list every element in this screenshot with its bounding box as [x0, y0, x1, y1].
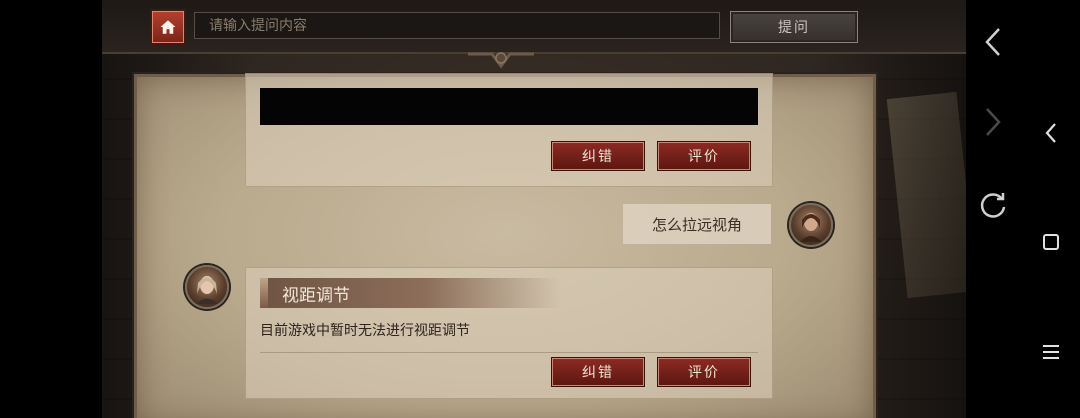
back-icon[interactable]: [1044, 122, 1058, 144]
user-avatar: [789, 203, 833, 247]
avatar-portrait-icon: [800, 213, 822, 242]
avatar-portrait-icon: [196, 276, 218, 304]
ask-button[interactable]: 提问: [730, 11, 858, 43]
answer-card: 视距调节 目前游戏中暂时无法进行视距调节 纠错 评价: [245, 267, 773, 399]
game-window: 提问 纠错 评价 怎么拉远视角 视距调节: [102, 0, 966, 418]
answer-text: 目前游戏中暂时无法进行视距调节: [260, 323, 470, 339]
correct-button[interactable]: 纠错: [552, 358, 644, 386]
chevron-right-icon[interactable]: [982, 106, 1004, 138]
assistant-avatar: [185, 265, 229, 309]
refresh-icon[interactable]: [978, 190, 1008, 220]
square-icon[interactable]: [1042, 233, 1060, 251]
chevron-left-icon[interactable]: [982, 26, 1004, 58]
map-decoration: [886, 91, 966, 299]
search-input[interactable]: [194, 12, 720, 39]
user-question-bubble: 怎么拉远视角: [623, 204, 771, 244]
menu-icon[interactable]: [1041, 343, 1061, 361]
rate-button-previous[interactable]: 评价: [658, 142, 750, 170]
ornament-icon: [468, 52, 534, 69]
top-bar: 提问: [102, 0, 966, 54]
redacted-block: [260, 88, 758, 125]
correct-button-previous[interactable]: 纠错: [552, 142, 644, 170]
divider: [260, 352, 758, 353]
home-icon: [160, 20, 176, 34]
answer-title: 视距调节: [260, 278, 560, 308]
system-nav-bar: [966, 0, 1080, 418]
parchment-panel: 纠错 评价 怎么拉远视角 视距调节 目前游戏中暂时无法进行视距调节 纠错 评价: [134, 73, 876, 418]
previous-answer-card: 纠错 评价: [245, 73, 773, 187]
left-black-bar: [0, 0, 102, 418]
home-button[interactable]: [152, 11, 184, 43]
rate-button[interactable]: 评价: [658, 358, 750, 386]
